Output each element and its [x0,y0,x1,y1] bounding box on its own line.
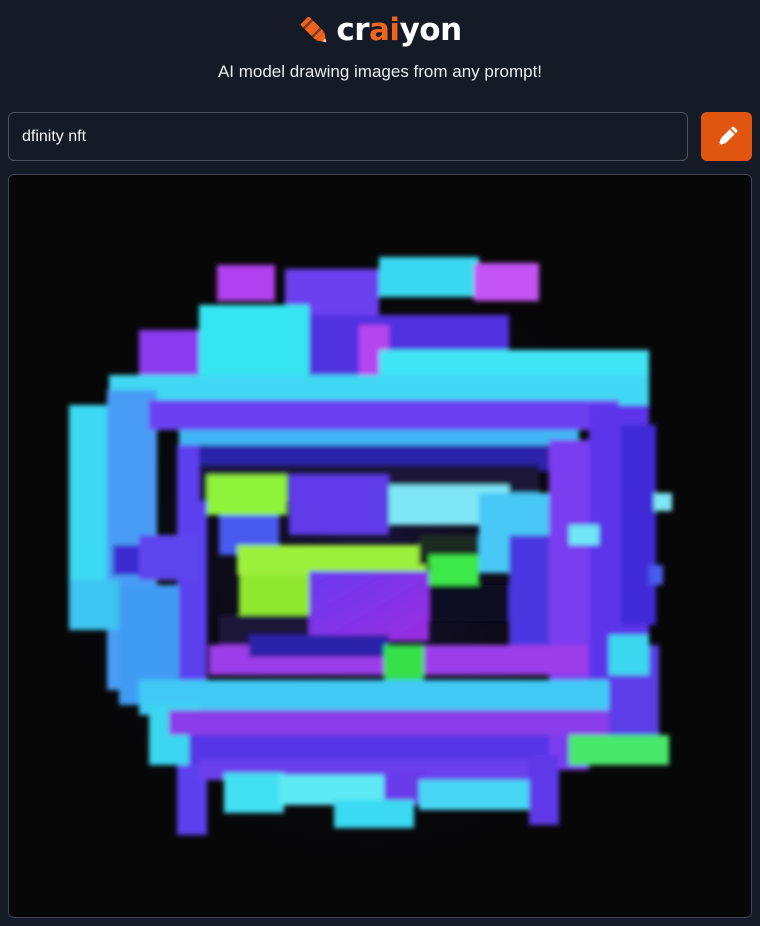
draw-button[interactable] [701,112,752,161]
craiyon-page: craiyon AI model drawing images from any… [0,0,760,926]
crayon-icon [301,16,327,43]
logo-text-accent: ai [369,12,400,48]
prompt-input[interactable] [8,112,688,161]
pencil-icon [718,126,737,145]
logo[interactable]: craiyon [0,10,760,50]
generated-image-art [9,175,751,917]
logo-text-part2: yon [399,12,463,48]
generated-image[interactable] [8,174,752,918]
logo-text-part1: cr [336,12,370,48]
tagline: AI model drawing images from any prompt! [217,62,543,81]
logo-text: craiyon [336,12,463,48]
